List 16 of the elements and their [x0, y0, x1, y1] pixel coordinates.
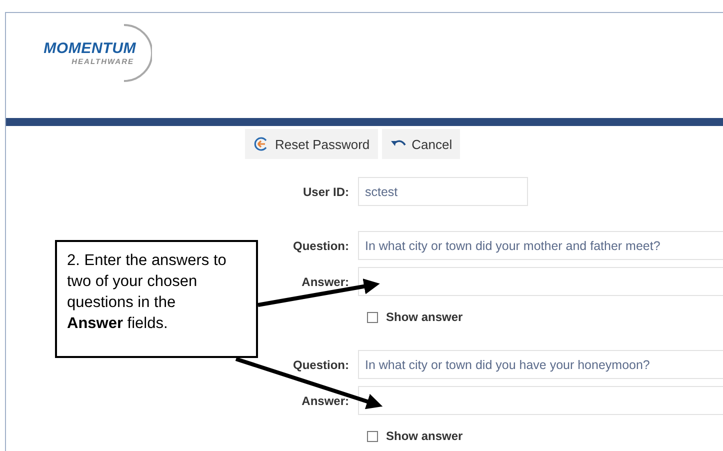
user-id-field[interactable]: sctest	[358, 177, 528, 206]
question-field[interactable]: In what city or town did you have your honeymoon?	[358, 350, 723, 379]
reset-password-button[interactable]: Reset Password	[245, 129, 378, 159]
answer-field[interactable]	[358, 267, 723, 296]
field-label: Answer:	[302, 274, 349, 288]
show-answer-checkbox[interactable]: Show answer	[367, 429, 463, 443]
field-label: Question:	[293, 238, 349, 252]
question-field[interactable]: In what city or town did your mother and father meet?	[358, 231, 723, 260]
cancel-button[interactable]: Cancel	[382, 129, 460, 159]
callout-text: 2. Enter the answers to two of your chosen questions in the Answer fields.	[55, 240, 258, 358]
show-answer-checkbox[interactable]: Show answer	[367, 310, 463, 324]
field-label: User ID:	[302, 184, 349, 198]
field-label: Answer:	[302, 394, 349, 408]
answer-field[interactable]	[358, 386, 723, 415]
field-label: Question:	[293, 358, 349, 372]
arrow-circle-icon	[253, 136, 269, 152]
